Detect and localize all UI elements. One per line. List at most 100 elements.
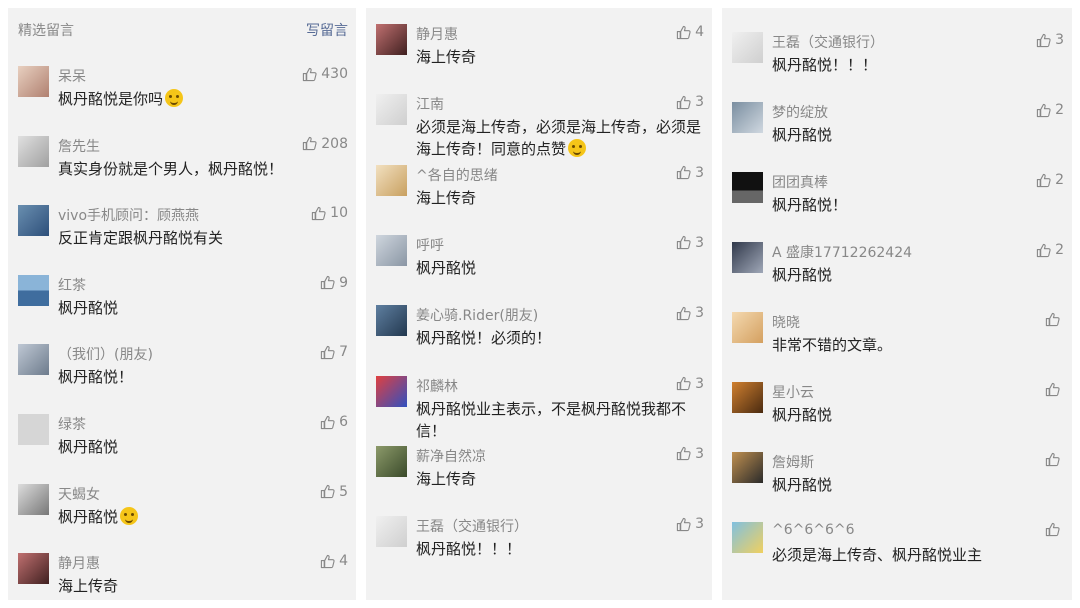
avatar[interactable] — [732, 382, 763, 413]
avatar[interactable] — [18, 205, 49, 237]
thumbs-up-icon — [676, 25, 691, 40]
like-button[interactable]: 3 — [676, 165, 704, 181]
comment-text-content: 枫丹酩悦是你吗 — [58, 90, 164, 108]
avatar[interactable] — [376, 164, 407, 196]
avatar[interactable] — [376, 445, 407, 477]
like-count: 6 — [339, 414, 348, 430]
like-button[interactable] — [1045, 312, 1064, 327]
comment-author: 王磊（交通银行） — [416, 519, 528, 536]
comment-author: 红茶 — [58, 277, 86, 294]
avatar[interactable] — [18, 274, 49, 306]
comment-item: 詹先生 真实身份就是个男人，枫丹酩悦！ 208 — [18, 135, 348, 196]
like-button[interactable]: 2 — [1036, 242, 1064, 258]
comment-author: A 盛康17712262424 — [772, 245, 913, 261]
smile-emoji-icon — [165, 89, 184, 107]
avatar[interactable] — [732, 242, 763, 273]
like-count: 3 — [695, 305, 704, 322]
comment-author: 呼呼 — [416, 237, 444, 254]
like-button[interactable]: 3 — [676, 235, 704, 251]
comment-text: 枫丹酩悦！！！ — [772, 54, 1064, 76]
avatar[interactable] — [732, 172, 763, 203]
avatar[interactable] — [732, 452, 763, 483]
thumbs-up-icon — [1045, 522, 1060, 537]
like-button[interactable] — [1045, 452, 1064, 467]
like-count: 10 — [330, 205, 348, 222]
comment-text-content: 海上传奇 — [58, 577, 119, 596]
thumbs-up-icon — [302, 67, 317, 82]
like-count: 2 — [1055, 242, 1064, 258]
like-count: 9 — [339, 274, 348, 291]
avatar[interactable] — [18, 344, 49, 376]
comment-text-content: 枫丹酩悦 — [772, 406, 833, 424]
avatar[interactable] — [18, 414, 49, 445]
avatar[interactable] — [376, 516, 407, 548]
thumbs-up-icon — [1036, 33, 1051, 48]
thumbs-up-icon — [676, 235, 691, 250]
avatar[interactable] — [732, 32, 763, 63]
comment-author: ^各自的思绪 — [416, 167, 498, 184]
like-button[interactable]: 9 — [320, 275, 348, 291]
avatar[interactable] — [18, 553, 49, 585]
comment-text-content: 枫丹酩悦 — [416, 258, 477, 277]
like-count: 3 — [695, 445, 704, 462]
avatar[interactable] — [376, 305, 407, 337]
write-comment-link[interactable]: 写留言 — [306, 20, 348, 40]
comment-text-content: 反正肯定跟枫丹酩悦有关 — [58, 229, 224, 248]
like-button[interactable]: 7 — [320, 344, 348, 360]
like-button[interactable]: 3 — [1036, 32, 1064, 48]
avatar[interactable] — [18, 483, 49, 515]
like-button[interactable]: 3 — [676, 446, 704, 462]
like-count: 5 — [339, 483, 348, 500]
thumbs-up-icon — [1036, 173, 1051, 188]
comment-author: 星小云 — [772, 385, 814, 401]
like-button[interactable]: 208 — [302, 136, 348, 152]
avatar[interactable] — [376, 375, 407, 407]
avatar[interactable] — [18, 135, 49, 167]
like-button[interactable]: 3 — [676, 376, 704, 392]
comment-text: 反正肯定跟枫丹酩悦有关 — [58, 227, 348, 249]
avatar[interactable] — [732, 522, 763, 553]
like-button[interactable]: 4 — [320, 553, 348, 569]
comment-text-content: 枫丹酩悦！必须的！ — [416, 329, 552, 348]
like-button[interactable]: 3 — [676, 94, 704, 110]
like-button[interactable]: 10 — [311, 205, 348, 221]
comment-author: 詹姆斯 — [772, 455, 814, 471]
avatar[interactable] — [376, 24, 407, 55]
like-count: 3 — [695, 94, 704, 111]
comment-item: 静月惠 海上传奇 4 — [18, 553, 348, 600]
like-button[interactable]: 2 — [1036, 102, 1064, 118]
comment-text-content: 枫丹酩悦 — [772, 126, 833, 144]
comment-item: 静月惠 海上传奇 4 — [376, 24, 704, 84]
comment-text: 非常不错的文章。 — [772, 334, 1064, 356]
like-count: 3 — [695, 234, 704, 251]
like-button[interactable]: 6 — [320, 414, 348, 430]
thumbs-up-icon — [320, 275, 335, 290]
comment-item: 王磊（交通银行） 枫丹酩悦！！！ 3 — [376, 516, 704, 576]
avatar[interactable] — [732, 312, 763, 343]
comment-text: 海上传奇 — [416, 468, 704, 490]
comment-item: 团团真棒 枫丹酩悦！ 2 — [732, 172, 1064, 232]
avatar[interactable] — [376, 94, 407, 126]
like-button[interactable]: 4 — [676, 24, 704, 40]
comment-text-content: 枫丹酩悦业主表示，不是枫丹酩悦我都不信！ — [416, 399, 687, 440]
like-button[interactable] — [1045, 522, 1064, 537]
comment-item: 红茶 枫丹酩悦 9 — [18, 274, 348, 335]
avatar[interactable] — [18, 66, 49, 97]
like-button[interactable]: 3 — [676, 305, 704, 321]
comment-item: vivo手机顾问：顾燕燕 反正肯定跟枫丹酩悦有关 10 — [18, 205, 348, 265]
like-count: 3 — [695, 516, 704, 533]
like-button[interactable] — [1045, 382, 1064, 397]
comment-author: 王磊（交通银行） — [772, 35, 884, 51]
comment-item: 星小云 枫丹酩悦 — [732, 382, 1064, 442]
like-button[interactable]: 3 — [676, 516, 704, 532]
comment-author: 祁麟林 — [416, 378, 458, 395]
like-count: 7 — [339, 344, 348, 361]
thumbs-up-icon — [320, 345, 335, 360]
thumbs-up-icon — [311, 206, 326, 221]
comment-text-content: 枫丹酩悦！！！ — [416, 540, 522, 559]
like-button[interactable]: 2 — [1036, 172, 1064, 188]
avatar[interactable] — [732, 102, 763, 133]
like-button[interactable]: 5 — [320, 484, 348, 500]
avatar[interactable] — [376, 234, 407, 266]
like-button[interactable]: 430 — [302, 66, 348, 82]
